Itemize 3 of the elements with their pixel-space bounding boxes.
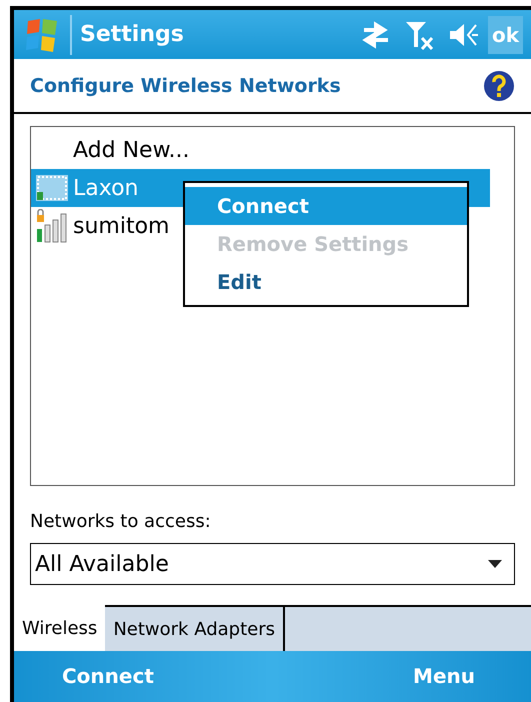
field-label: Networks to access: <box>30 510 212 534</box>
window-title: Settings <box>80 21 184 50</box>
page-title: Configure Wireless Networks <box>30 74 341 99</box>
